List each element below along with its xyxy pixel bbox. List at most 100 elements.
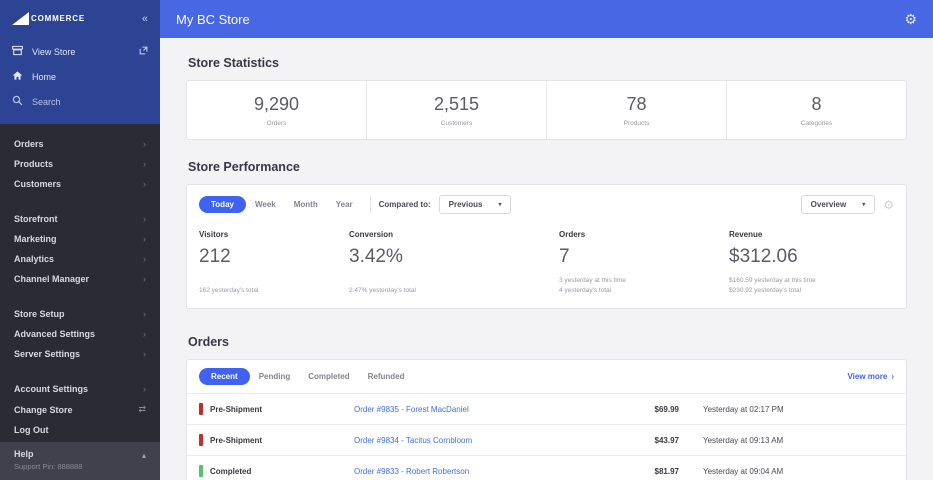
sidebar-item-server-settings[interactable]: Server Settings › <box>0 344 160 364</box>
sidebar-item-label: Server Settings <box>14 349 81 359</box>
status-color-bar <box>199 465 203 477</box>
performance-metrics: Visitors 212 162 yesterday's total Conve… <box>199 230 894 294</box>
order-status: Pre-Shipment <box>210 435 263 445</box>
compared-to-label: Compared to: <box>378 200 431 209</box>
sidebar-menu: Orders › Products › Customers › Storefro… <box>0 124 160 442</box>
compared-to-value: Previous <box>448 200 483 209</box>
help-panel[interactable]: Help Support Pin: 888888 ▴ <box>0 442 160 480</box>
settings-gear-icon[interactable]: ⚙ <box>904 11 917 28</box>
sidebar-item-label: Search <box>32 96 61 107</box>
tab-pending[interactable]: Pending <box>250 368 300 385</box>
sidebar-top-section: COMMERCE « View Store Home Search <box>0 0 160 124</box>
metric-conversion: Conversion 3.42% 2.47% yesterday's total <box>349 230 559 294</box>
chevron-right-icon: › <box>143 384 146 394</box>
view-more-link[interactable]: View more › <box>847 372 894 381</box>
sidebar-item-log-out[interactable]: Log Out <box>0 420 160 440</box>
order-time: Yesterday at 09:13 AM <box>703 435 784 445</box>
tab-today[interactable]: Today <box>199 196 246 213</box>
toolbar-right: Overview ▾ ⚙ <box>800 195 894 214</box>
status-color-bar <box>199 434 203 446</box>
metric-subtext: $230.92 yesterday's total <box>729 287 802 294</box>
search-icon <box>12 95 23 108</box>
tab-completed[interactable]: Completed <box>299 368 358 385</box>
chevron-right-icon: › <box>143 234 146 244</box>
sidebar-item-storefront[interactable]: Storefront › <box>0 209 160 229</box>
sidebar-item-products[interactable]: Products › <box>0 154 160 174</box>
sidebar-item-marketing[interactable]: Marketing › <box>0 229 160 249</box>
sidebar-item-home[interactable]: Home <box>0 64 160 89</box>
sidebar-item-account-settings[interactable]: Account Settings › <box>0 379 160 399</box>
chevron-right-icon: › <box>143 349 146 359</box>
caret-down-icon: ▾ <box>498 202 502 208</box>
chevron-right-icon: › <box>143 274 146 284</box>
metric-orders: Orders 7 3 yesterday at this time 4 yest… <box>559 230 729 294</box>
chevron-right-icon: › <box>143 139 146 149</box>
toolbar-divider <box>369 196 371 213</box>
metric-subtext: $160.59 yesterday at this time <box>729 277 816 284</box>
tab-week[interactable]: Week <box>246 196 285 213</box>
sidebar-item-channel-manager[interactable]: Channel Manager › <box>0 269 160 289</box>
metric-revenue: Revenue $312.06 $160.59 yesterday at thi… <box>729 230 894 294</box>
support-pin: Support Pin: 888888 <box>14 462 83 471</box>
sidebar-item-label: Customers <box>14 179 62 189</box>
sidebar-item-store-setup[interactable]: Store Setup › <box>0 304 160 324</box>
sidebar-item-analytics[interactable]: Analytics › <box>0 249 160 269</box>
sidebar-item-label: Channel Manager <box>14 274 90 284</box>
status-color-bar <box>199 403 203 415</box>
external-link-icon <box>139 46 148 57</box>
stat-customers: 2,515 Customers <box>367 81 547 139</box>
sidebar-item-orders[interactable]: Orders › <box>0 134 160 154</box>
sidebar-item-label: Log Out <box>14 425 49 435</box>
bigcommerce-logo-icon <box>12 12 29 25</box>
store-statistics-title: Store Statistics <box>188 56 280 70</box>
metric-visitors: Visitors 212 162 yesterday's total <box>199 230 349 294</box>
sidebar-item-change-store[interactable]: Change Store ⇄ <box>0 399 160 420</box>
overview-select[interactable]: Overview ▾ <box>800 195 876 214</box>
tab-month[interactable]: Month <box>285 196 327 213</box>
order-status-cell: Completed <box>199 465 354 477</box>
top-header: My BC Store ⚙ <box>160 0 933 38</box>
order-status: Pre-Shipment <box>210 404 263 414</box>
help-label: Help <box>14 449 34 459</box>
swap-icon: ⇄ <box>138 404 146 414</box>
stat-categories: 8 Categories <box>727 81 906 139</box>
performance-settings-gear-icon[interactable]: ⚙ <box>883 198 894 212</box>
sidebar-item-label: Marketing <box>14 234 57 244</box>
sidebar-item-search[interactable]: Search <box>0 89 160 114</box>
sidebar-item-label: Orders <box>14 139 44 149</box>
order-link[interactable]: Order #9834 - Tacitus Cornbloom <box>354 436 609 445</box>
sidebar-item-view-store[interactable]: View Store <box>0 39 160 64</box>
store-performance-title: Store Performance <box>188 160 300 174</box>
order-row: Pre-Shipment Order #9834 - Tacitus Cornb… <box>187 424 906 455</box>
order-status-cell: Pre-Shipment <box>199 403 354 415</box>
sidebar: COMMERCE « View Store Home Search Orders… <box>0 0 160 480</box>
stat-label: Products <box>623 119 650 127</box>
metric-subtext: 3 yesterday at this time <box>559 277 626 284</box>
sidebar-item-customers[interactable]: Customers › <box>0 174 160 194</box>
stat-label: Categories <box>800 119 833 127</box>
tab-year[interactable]: Year <box>327 196 362 213</box>
view-more-label: View more <box>847 372 888 381</box>
sidebar-item-advanced-settings[interactable]: Advanced Settings › <box>0 324 160 344</box>
metric-label: Visitors <box>199 230 229 239</box>
bigcommerce-logo-text: COMMERCE <box>31 14 85 23</box>
store-title: My BC Store <box>176 11 250 27</box>
tab-refunded[interactable]: Refunded <box>359 368 414 385</box>
chevron-right-icon: › <box>143 254 146 264</box>
metric-label: Conversion <box>349 230 394 239</box>
caret-up-icon: ▴ <box>141 451 146 460</box>
performance-toolbar: Today Week Month Year Compared to: Previ… <box>199 195 894 214</box>
content: Store Statistics 9,290 Orders 2,515 Cust… <box>160 38 933 480</box>
sidebar-item-label: Account Settings <box>14 384 89 394</box>
home-icon <box>12 70 23 83</box>
sidebar-collapse-icon[interactable]: « <box>142 13 148 25</box>
metric-value: $312.06 <box>729 246 798 267</box>
order-row: Completed Order #9833 - Robert Robertson… <box>187 455 906 480</box>
tab-recent[interactable]: Recent <box>199 368 250 385</box>
metric-value: 212 <box>199 246 231 267</box>
orders-toolbar: Recent Pending Completed Refunded View m… <box>187 360 906 393</box>
order-link[interactable]: Order #9835 - Forest MacDaniel <box>354 405 609 414</box>
compared-to-select[interactable]: Previous ▾ <box>438 195 512 214</box>
metric-subtext: 162 yesterday's total <box>199 287 259 294</box>
order-link[interactable]: Order #9833 - Robert Robertson <box>354 467 609 476</box>
